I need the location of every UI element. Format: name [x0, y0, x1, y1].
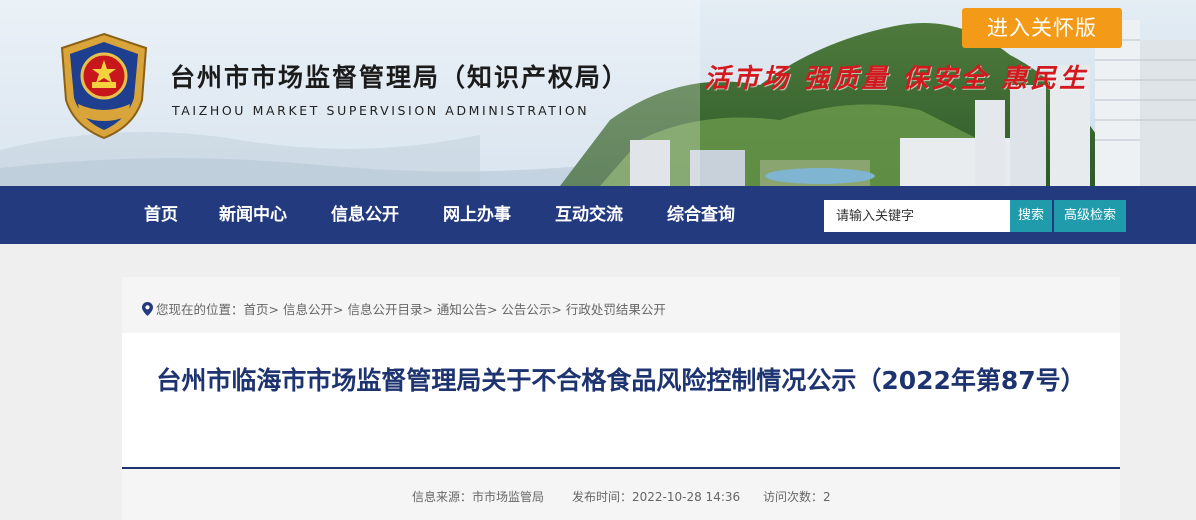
header-banner: 台州市市场监督管理局（知识产权局） TAIZHOU MARKET SUPERVI… [0, 0, 1196, 186]
breadcrumb-home[interactable]: 首页 [244, 302, 269, 317]
search-input[interactable] [824, 200, 1010, 232]
nav-item-home[interactable]: 首页 [144, 186, 178, 244]
nav-item-interaction[interactable]: 互动交流 [555, 186, 623, 244]
article-view-count: 访问次数：2 [763, 490, 831, 504]
site-subtitle: TAIZHOU MARKET SUPERVISION ADMINISTRATIO… [172, 103, 590, 118]
breadcrumb: 您现在的位置：首页> 信息公开> 信息公开目录> 通知公告> 公告公示> 行政处… [142, 299, 666, 318]
article-title: 台州市临海市市场监督管理局关于不合格食品风险控制情况公示（2022年第87号） [156, 366, 1086, 395]
article-meta-bar: 信息来源：市市场监管局 发布时间：2022-10-28 14:36 访问次数：2 [122, 469, 1120, 520]
care-version-button[interactable]: 进入关怀版 [962, 8, 1122, 48]
main-nav: 首页 新闻中心 信息公开 网上办事 互动交流 综合查询 搜索 高级检索 [0, 186, 1196, 244]
site-slogan: 活市场 强质量 保安全 惠民生 [704, 64, 1089, 94]
site-title: 台州市市场监督管理局（知识产权局） [170, 63, 630, 92]
search-button[interactable]: 搜索 [1010, 200, 1052, 232]
breadcrumb-penalty-results[interactable]: 行政处罚结果公开 [566, 302, 666, 317]
article-card: 您现在的位置：首页> 信息公开> 信息公开目录> 通知公告> 公告公示> 行政处… [122, 277, 1120, 520]
article-publish-time: 发布时间：2022-10-28 14:36 [572, 490, 741, 504]
nav-item-info-disclosure[interactable]: 信息公开 [331, 186, 399, 244]
breadcrumb-info-catalog[interactable]: 信息公开目录 [347, 302, 422, 317]
advanced-search-button[interactable]: 高级检索 [1054, 200, 1126, 232]
article-source: 信息来源：市市场监管局 [412, 490, 545, 504]
location-pin-icon [142, 302, 153, 316]
breadcrumb-prefix: 您现在的位置： [156, 302, 244, 317]
breadcrumb-info-disclosure[interactable]: 信息公开 [283, 302, 333, 317]
nav-item-news-center[interactable]: 新闻中心 [219, 186, 287, 244]
nav-item-online-services[interactable]: 网上办事 [443, 186, 511, 244]
nav-item-comprehensive-query[interactable]: 综合查询 [667, 186, 735, 244]
breadcrumb-announcements[interactable]: 公告公示 [501, 302, 551, 317]
market-supervision-emblem-icon [60, 32, 148, 140]
breadcrumb-notices[interactable]: 通知公告 [437, 302, 487, 317]
breadcrumb-bar: 您现在的位置：首页> 信息公开> 信息公开目录> 通知公告> 公告公示> 行政处… [122, 277, 1120, 333]
